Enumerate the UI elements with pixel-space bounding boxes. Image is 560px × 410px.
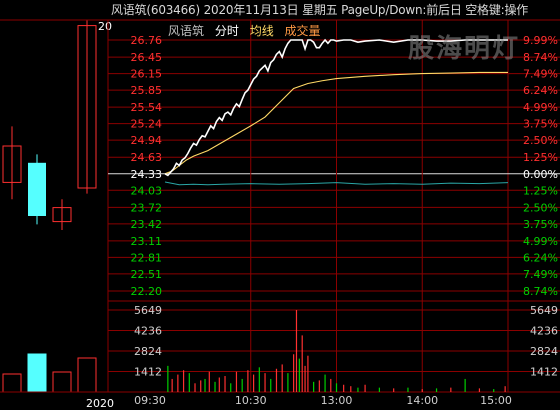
pct-tick-label: 1.25% bbox=[523, 184, 558, 197]
volume-tick-label-right: 4236 bbox=[530, 325, 558, 338]
pct-tick-label: 7.49% bbox=[523, 68, 558, 81]
pct-tick-label: 4.99% bbox=[523, 101, 558, 114]
kline-volume-bar bbox=[27, 353, 47, 393]
price-tick-label: 26.76 bbox=[131, 34, 163, 47]
pct-tick-label: 2.50% bbox=[523, 134, 558, 147]
kline-volume-bar bbox=[2, 373, 22, 393]
time-tick-label: 14:00 bbox=[406, 394, 438, 407]
legend: 风语筑 分时 均线 成交量 bbox=[168, 22, 328, 39]
volume-tick-label: 2824 bbox=[134, 345, 162, 358]
legend-item-average[interactable]: 均线 bbox=[250, 24, 274, 38]
chart-title: 风语筑(603466) 2020年11月13日 星期五 PageUp/Down:… bbox=[111, 3, 529, 17]
time-tick-label: 09:30 bbox=[134, 394, 166, 407]
price-tick-label: 25.85 bbox=[131, 84, 163, 97]
chart-grid bbox=[0, 19, 560, 393]
price-tick-label: 25.24 bbox=[131, 118, 163, 131]
volume-tick-label-right: 5649 bbox=[530, 304, 558, 317]
volume-tick-label: 5649 bbox=[134, 304, 162, 317]
pct-tick-label: 8.74% bbox=[523, 51, 558, 64]
left-top-label: 20 bbox=[98, 20, 112, 33]
pct-tick-label: 4.99% bbox=[523, 235, 558, 248]
pct-tick-label: 6.24% bbox=[523, 84, 558, 97]
volume-tick-label-right: 2824 bbox=[530, 345, 558, 358]
time-tick-label: 15:00 bbox=[480, 394, 512, 407]
price-tick-label: 24.33 bbox=[131, 168, 163, 181]
price-tick-label: 25.54 bbox=[131, 101, 163, 114]
price-tick-label: 26.45 bbox=[131, 51, 163, 64]
volume-tick-label: 4236 bbox=[134, 325, 162, 338]
year-label: 2020 bbox=[86, 397, 114, 410]
kline-volume-bar bbox=[77, 357, 97, 393]
time-tick-label: 10:30 bbox=[235, 394, 267, 407]
legend-stock-name: 风语筑 bbox=[168, 24, 205, 38]
price-tick-label: 23.42 bbox=[131, 218, 163, 231]
time-tick-label: 13:00 bbox=[321, 394, 353, 407]
price-tick-label: 22.51 bbox=[131, 268, 163, 281]
volume-tick-label: 1412 bbox=[134, 366, 162, 379]
price-tick-label: 24.94 bbox=[131, 134, 163, 147]
kline-volume-bar bbox=[52, 371, 72, 393]
pct-tick-label: 7.49% bbox=[523, 268, 558, 281]
left-kline-panel: 202020 bbox=[2, 20, 114, 410]
pct-tick-label: 8.74% bbox=[523, 285, 558, 298]
pct-tick-label: 1.25% bbox=[523, 151, 558, 164]
pct-tick-label: 3.75% bbox=[523, 118, 558, 131]
pct-tick-label: 6.24% bbox=[523, 251, 558, 264]
pct-tick-label: 2.50% bbox=[523, 201, 558, 214]
price-tick-label: 22.20 bbox=[131, 285, 163, 298]
price-tick-label: 23.11 bbox=[131, 235, 163, 248]
volume-tick-label-right: 1412 bbox=[530, 366, 558, 379]
pct-tick-label: 9.99% bbox=[523, 34, 558, 47]
legend-item-fenshi[interactable]: 分时 bbox=[215, 24, 239, 38]
watermark: 股海明灯 bbox=[408, 34, 521, 64]
price-tick-label: 24.63 bbox=[131, 151, 163, 164]
price-tick-label: 22.81 bbox=[131, 251, 163, 264]
kline-candle-up bbox=[28, 162, 46, 216]
legend-item-volume[interactable]: 成交量 bbox=[285, 24, 321, 38]
pct-tick-label: 0.00% bbox=[523, 168, 558, 181]
price-tick-label: 23.72 bbox=[131, 201, 163, 214]
price-tick-label: 26.15 bbox=[131, 68, 163, 81]
pct-tick-label: 3.75% bbox=[523, 218, 558, 231]
price-tick-label: 24.03 bbox=[131, 184, 163, 197]
